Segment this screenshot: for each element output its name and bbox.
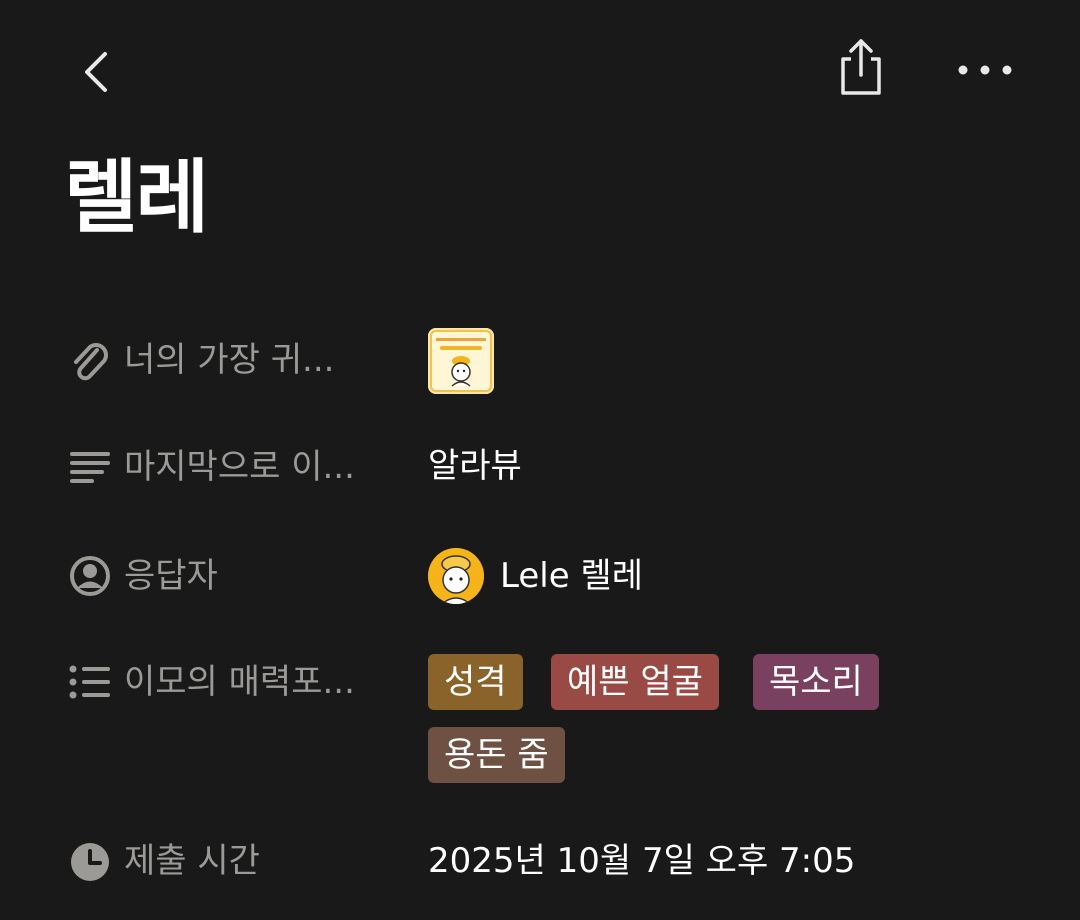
property-label: 이모의 매력포... — [124, 662, 355, 702]
property-label: 제출 시간 — [124, 841, 260, 881]
list-icon — [68, 660, 112, 704]
property-label: 너의 가장 귀... — [124, 340, 335, 380]
person-name: Lele 렐레 — [500, 556, 643, 596]
property-row-multiselect[interactable]: 이모의 매력포... 성격 예쁜 얼굴 목소리 용돈 줌 — [0, 654, 1080, 784]
share-icon — [841, 39, 881, 95]
person-circle-icon — [68, 554, 112, 598]
text-lines-icon — [68, 445, 112, 489]
property-label: 응답자 — [124, 556, 218, 596]
property-label: 마지막으로 이... — [124, 447, 355, 487]
back-button[interactable] — [68, 44, 124, 100]
property-value: 알라뷰 — [428, 446, 522, 486]
more-horizontal-icon — [958, 65, 1012, 75]
tag[interactable]: 예쁜 얼굴 — [551, 654, 719, 710]
more-button[interactable] — [950, 50, 1020, 90]
chevron-left-icon — [85, 52, 107, 92]
property-row-text[interactable]: 마지막으로 이... 알라뷰 — [0, 442, 1080, 492]
page-title: 렐레 — [64, 151, 209, 244]
property-value: 2025년 10월 7일 오후 7:05 — [428, 841, 856, 881]
file-thumbnail[interactable] — [428, 328, 494, 394]
property-row-time[interactable]: 제출 시간 2025년 10월 7일 오후 7:05 — [0, 836, 1080, 886]
clock-icon — [68, 840, 112, 884]
property-row-person[interactable]: 응답자 Lele 렐레 — [0, 546, 1080, 606]
tag[interactable]: 목소리 — [753, 654, 879, 710]
tag[interactable]: 용돈 줌 — [428, 727, 565, 783]
share-button[interactable] — [830, 34, 892, 100]
property-row-file[interactable]: 너의 가장 귀... — [0, 326, 1080, 396]
paperclip-icon — [68, 340, 112, 384]
avatar — [428, 548, 484, 604]
tag[interactable]: 성격 — [428, 654, 523, 710]
